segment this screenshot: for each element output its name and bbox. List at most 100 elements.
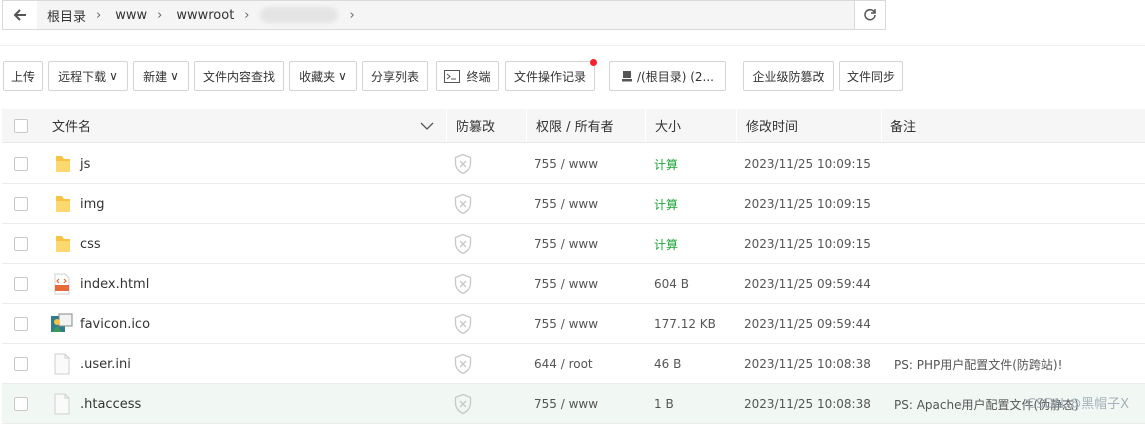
table-row[interactable]: favicon.ico 755 / www 177.12 KB 2023/11/… <box>2 304 1145 344</box>
calc-size-link[interactable]: 计算 <box>654 184 678 224</box>
table-header: 文件名 防篡改 权限 / 所有者 大小 修改时间 备注 <box>2 109 1145 143</box>
back-button[interactable] <box>3 1 38 29</box>
disk-button[interactable]: /(根目录) (2... <box>609 61 726 91</box>
table-row[interactable]: css 755 / www 计算 2023/11/25 10:09:15 <box>2 224 1145 264</box>
chevron-right-icon: › <box>157 7 163 23</box>
folder-icon <box>52 144 74 184</box>
crumb-www[interactable]: www <box>105 8 153 23</box>
row-checkbox[interactable] <box>14 317 28 331</box>
redacted-crumb <box>259 7 338 23</box>
table-row[interactable]: .user.ini 644 / root 46 B 2023/11/25 10:… <box>2 344 1145 384</box>
chevron-right-icon[interactable]: › <box>346 8 359 23</box>
row-checkbox[interactable] <box>14 157 28 171</box>
permission[interactable]: 644 / root <box>534 344 593 384</box>
shield-off-icon[interactable] <box>453 344 473 384</box>
header-permission[interactable]: 权限 / 所有者 <box>536 109 614 142</box>
calc-size-link[interactable]: 计算 <box>654 224 678 264</box>
file-name[interactable]: index.html <box>80 264 149 304</box>
modified-time: 2023/11/25 10:08:38 <box>744 397 871 411</box>
permission[interactable]: 755 / www <box>534 144 598 184</box>
header-remark: 备注 <box>890 120 917 135</box>
image-file-icon <box>50 304 74 344</box>
table-row[interactable]: .htaccess 755 / www 1 B 2023/11/25 10:08… <box>2 384 1145 424</box>
path-bar: 根目录 › www › wwwroot › › <box>2 0 886 30</box>
permission[interactable]: 755 / www <box>534 264 598 304</box>
chevron-down-icon[interactable] <box>420 109 434 142</box>
chevron-down-icon: ∨ <box>109 69 118 83</box>
permission[interactable]: 755 / www <box>534 184 598 224</box>
refresh-button[interactable] <box>855 1 885 29</box>
search-content-button[interactable]: 文件内容查找 <box>194 61 284 91</box>
row-checkbox[interactable] <box>14 197 28 211</box>
terminal-button[interactable]: 终端 <box>436 61 499 91</box>
header-tamper[interactable]: 防篡改 <box>456 109 495 142</box>
file-sync-button[interactable]: 文件同步 <box>839 61 903 91</box>
header-mtime[interactable]: 修改时间 <box>746 109 798 142</box>
file-size: 177.12 KB <box>654 317 716 331</box>
file-name[interactable]: .htaccess <box>80 384 141 424</box>
share-list-button[interactable]: 分享列表 <box>362 61 428 91</box>
table-row[interactable]: img 755 / www 计算 2023/11/25 10:09:15 <box>2 184 1145 224</box>
divider <box>0 45 1145 46</box>
modified-time: 2023/11/25 09:59:44 <box>744 317 871 331</box>
tamper-protection-button[interactable]: 企业级防篡改 <box>743 61 834 91</box>
file-size: 46 B <box>654 357 682 371</box>
refresh-icon <box>864 8 876 21</box>
modified-time: 2023/11/25 09:59:44 <box>744 277 871 291</box>
watermark: CSDN @黑帽子X <box>1026 397 1129 412</box>
shield-off-icon[interactable] <box>453 144 473 184</box>
modified-time: 2023/11/25 10:09:15 <box>744 157 871 171</box>
file-name[interactable]: favicon.ico <box>80 304 150 344</box>
chevron-down-icon: ∨ <box>338 69 347 83</box>
chevron-right-icon: › <box>96 7 102 23</box>
file-name[interactable]: js <box>80 144 90 184</box>
notification-badge <box>590 59 597 66</box>
permission[interactable]: 755 / www <box>534 384 598 424</box>
file-name[interactable]: css <box>80 224 101 264</box>
chevron-right-icon: › <box>244 7 250 23</box>
upload-button[interactable]: 上传 <box>3 61 43 91</box>
file-log-button[interactable]: 文件操作记录 <box>505 59 597 91</box>
row-checkbox[interactable] <box>14 357 28 371</box>
table-row[interactable]: index.html 755 / www 604 B 2023/11/25 09… <box>2 264 1145 304</box>
shield-off-icon[interactable] <box>453 304 473 344</box>
text-file-icon <box>52 384 72 424</box>
shield-off-icon[interactable] <box>453 224 473 264</box>
folder-icon <box>52 184 74 224</box>
file-size: 1 B <box>654 397 674 411</box>
permission[interactable]: 755 / www <box>534 224 598 264</box>
file-name[interactable]: .user.ini <box>80 344 131 384</box>
row-checkbox[interactable] <box>14 397 28 411</box>
disk-icon <box>622 71 632 82</box>
chevron-down-icon: ∨ <box>170 69 179 83</box>
header-name[interactable]: 文件名 <box>52 109 91 142</box>
crumb-wwwroot[interactable]: wwwroot <box>166 8 240 23</box>
shield-off-icon[interactable] <box>453 184 473 224</box>
shield-off-icon[interactable] <box>453 264 473 304</box>
file-size: 604 B <box>654 277 689 291</box>
breadcrumb: 根目录 › www › wwwroot › › <box>37 1 855 29</box>
table-row[interactable]: js 755 / www 计算 2023/11/25 10:09:15 <box>2 144 1145 184</box>
modified-time: 2023/11/25 10:09:15 <box>744 237 871 251</box>
folder-icon <box>52 224 74 264</box>
crumb-root[interactable]: 根目录 <box>37 6 92 25</box>
modified-time: 2023/11/25 10:08:38 <box>744 357 871 371</box>
header-size[interactable]: 大小 <box>655 109 681 142</box>
arrow-left-icon <box>13 9 26 21</box>
toolbar: 上传 远程下载 ∨ 新建 ∨ 文件内容查找 收藏夹 ∨ 分享列表 终端 文件操作记录 … <box>0 59 1145 91</box>
permission[interactable]: 755 / www <box>534 304 598 344</box>
favorites-button[interactable]: 收藏夹 ∨ <box>289 61 357 91</box>
new-button[interactable]: 新建 ∨ <box>133 61 189 91</box>
shield-off-icon[interactable] <box>453 384 473 424</box>
remark[interactable]: PS: PHP用户配置文件(防跨站)! <box>894 344 1062 384</box>
row-checkbox[interactable] <box>14 277 28 291</box>
remote-download-button[interactable]: 远程下载 ∨ <box>48 61 128 91</box>
row-checkbox[interactable] <box>14 237 28 251</box>
text-file-icon <box>52 344 72 384</box>
select-all-checkbox[interactable] <box>14 118 28 133</box>
calc-size-link[interactable]: 计算 <box>654 144 678 184</box>
html-file-icon <box>52 264 72 304</box>
modified-time: 2023/11/25 10:09:15 <box>744 197 871 211</box>
file-name[interactable]: img <box>80 184 105 224</box>
terminal-icon <box>444 69 461 83</box>
